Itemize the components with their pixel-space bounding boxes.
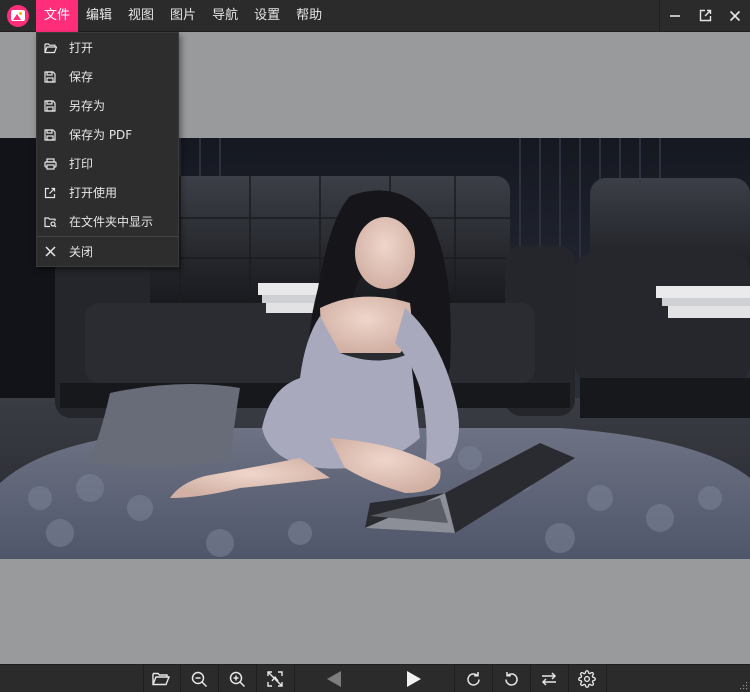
menu-settings[interactable]: 设置: [246, 0, 288, 32]
menu-edit[interactable]: 编辑: [78, 0, 120, 32]
floppy-disk-icon: [43, 128, 57, 142]
close-icon: [43, 245, 57, 259]
flip-button[interactable]: [531, 665, 567, 692]
next-icon: [407, 671, 421, 687]
folder-open-icon: [43, 41, 57, 55]
next-image-button[interactable]: [396, 665, 432, 692]
close-window-button[interactable]: [720, 0, 750, 32]
rotate-left-icon: [504, 671, 518, 686]
auto-fit-toggle-button[interactable]: [257, 665, 293, 692]
menu-image[interactable]: 图片: [162, 0, 204, 32]
previous-icon: [327, 671, 341, 687]
folder-search-icon: [43, 215, 57, 229]
flip-icon: [541, 672, 557, 686]
zoom-out-button[interactable]: [181, 665, 217, 692]
folder-open-icon: [152, 672, 170, 686]
zoom-out-icon: [191, 671, 207, 687]
file-menu-dropdown: 打开 保存 另存为 保存为 PDF 打印 打开使用 在文件夹中显示 关闭: [36, 32, 179, 267]
menu-item-show-in-folder[interactable]: 在文件夹中显示: [37, 207, 178, 236]
menu-item-print[interactable]: 打印: [37, 149, 178, 178]
fit-off-icon: [267, 671, 283, 687]
menu-help[interactable]: 帮助: [288, 0, 330, 32]
floppy-disk-icon: [43, 99, 57, 113]
minimize-icon: [670, 14, 680, 17]
printer-icon: [43, 157, 57, 171]
previous-image-button[interactable]: [316, 665, 352, 692]
menu-item-open-with[interactable]: 打开使用: [37, 178, 178, 207]
menu-navigate[interactable]: 导航: [204, 0, 246, 32]
menu-item-open[interactable]: 打开: [37, 33, 178, 62]
menu-item-save[interactable]: 保存: [37, 62, 178, 91]
pop-out-icon: [699, 9, 711, 22]
title-bar: 文件 编辑 视图 图片 导航 设置 帮助: [0, 0, 750, 32]
rotate-right-button[interactable]: [455, 665, 491, 692]
resize-grip-icon[interactable]: [740, 682, 748, 690]
zoom-in-icon: [229, 671, 245, 687]
rotate-right-icon: [466, 671, 480, 686]
rotate-left-button[interactable]: [493, 665, 529, 692]
menu-file[interactable]: 文件: [36, 0, 79, 32]
settings-icon: [578, 670, 596, 688]
pop-out-button[interactable]: [690, 0, 720, 32]
zoom-in-button[interactable]: [219, 665, 255, 692]
floppy-disk-icon: [43, 70, 57, 84]
open-file-button[interactable]: [143, 665, 179, 692]
bottom-toolbar: [0, 664, 750, 692]
settings-button[interactable]: [569, 665, 605, 692]
menu-item-save-as-pdf[interactable]: 保存为 PDF: [37, 120, 178, 149]
window-controls: [659, 0, 750, 32]
minimize-button[interactable]: [660, 0, 690, 32]
menu-item-save-as[interactable]: 另存为: [37, 91, 178, 120]
menu-view[interactable]: 视图: [120, 0, 162, 32]
external-link-icon: [43, 186, 57, 200]
app-logo-icon[interactable]: [7, 4, 29, 27]
menu-item-close[interactable]: 关闭: [37, 237, 178, 266]
close-icon: [729, 10, 741, 21]
